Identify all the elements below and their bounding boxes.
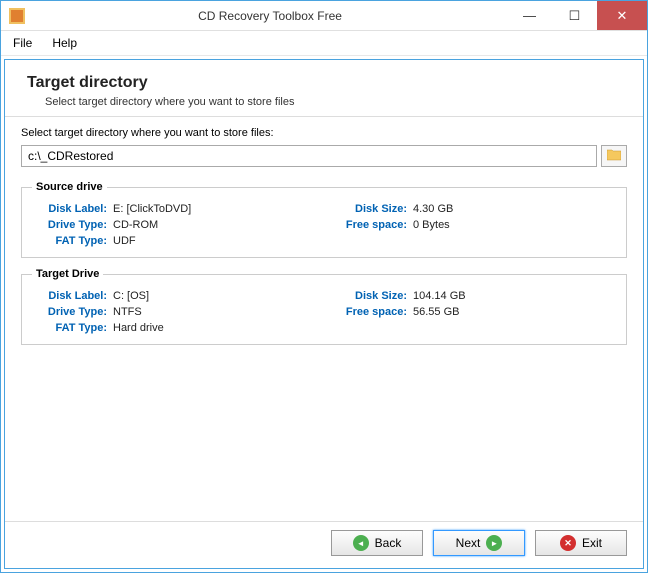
target-disk-size-val: 104.14 GB — [413, 290, 466, 302]
source-disk-label-lbl: Disk Label: — [32, 203, 107, 215]
next-button-label: Next — [456, 536, 481, 550]
page-subtitle: Select target directory where you want t… — [45, 96, 621, 108]
window-title: CD Recovery Toolbox Free — [33, 9, 507, 23]
menu-file[interactable]: File — [5, 33, 40, 53]
exit-button[interactable]: Exit — [535, 530, 627, 556]
source-fat-type-val: UDF — [113, 235, 136, 247]
source-free-space-val: 0 Bytes — [413, 219, 450, 231]
footer-buttons: Back Next Exit — [5, 521, 643, 568]
source-disk-label-val: E: [ClickToDVD] — [113, 203, 191, 215]
target-drive-type-lbl: Drive Type: — [32, 306, 107, 318]
back-button[interactable]: Back — [331, 530, 423, 556]
target-free-space-lbl: Free space: — [332, 306, 407, 318]
target-drive-type-val: NTFS — [113, 306, 142, 318]
target-disk-size-lbl: Disk Size: — [332, 290, 407, 302]
source-disk-size-lbl: Disk Size: — [332, 203, 407, 215]
titlebar: CD Recovery Toolbox Free — ☐ ✕ — [1, 1, 647, 31]
target-fat-type-lbl: FAT Type: — [32, 322, 107, 334]
exit-button-label: Exit — [582, 536, 602, 550]
source-drive-type-val: CD-ROM — [113, 219, 158, 231]
menu-help[interactable]: Help — [44, 33, 85, 53]
source-free-space-lbl: Free space: — [332, 219, 407, 231]
browse-button[interactable] — [601, 145, 627, 167]
maximize-button[interactable]: ☐ — [552, 1, 597, 30]
path-input[interactable] — [21, 145, 597, 167]
content-area: Select target directory where you want t… — [5, 117, 643, 521]
next-button[interactable]: Next — [433, 530, 525, 556]
app-icon — [9, 8, 25, 24]
back-button-label: Back — [375, 536, 402, 550]
main-frame: Target directory Select target directory… — [4, 59, 644, 569]
target-drive-group: Target Drive Disk Label: C: [OS] Disk Si… — [21, 268, 627, 345]
page-header: Target directory Select target directory… — [5, 60, 643, 117]
path-label: Select target directory where you want t… — [21, 127, 627, 139]
close-button[interactable]: ✕ — [597, 1, 647, 30]
folder-icon — [607, 149, 621, 164]
menubar: File Help — [1, 31, 647, 56]
source-disk-size-val: 4.30 GB — [413, 203, 453, 215]
source-fat-type-lbl: FAT Type: — [32, 235, 107, 247]
source-legend: Source drive — [32, 181, 107, 193]
source-drive-type-lbl: Drive Type: — [32, 219, 107, 231]
target-fat-type-val: Hard drive — [113, 322, 164, 334]
target-disk-label-lbl: Disk Label: — [32, 290, 107, 302]
target-disk-label-val: C: [OS] — [113, 290, 149, 302]
page-title: Target directory — [27, 74, 621, 92]
minimize-button[interactable]: — — [507, 1, 552, 30]
source-drive-group: Source drive Disk Label: E: [ClickToDVD]… — [21, 181, 627, 258]
arrow-left-icon — [353, 535, 369, 551]
close-icon — [560, 535, 576, 551]
target-legend: Target Drive — [32, 268, 103, 280]
target-free-space-val: 56.55 GB — [413, 306, 459, 318]
arrow-right-icon — [486, 535, 502, 551]
